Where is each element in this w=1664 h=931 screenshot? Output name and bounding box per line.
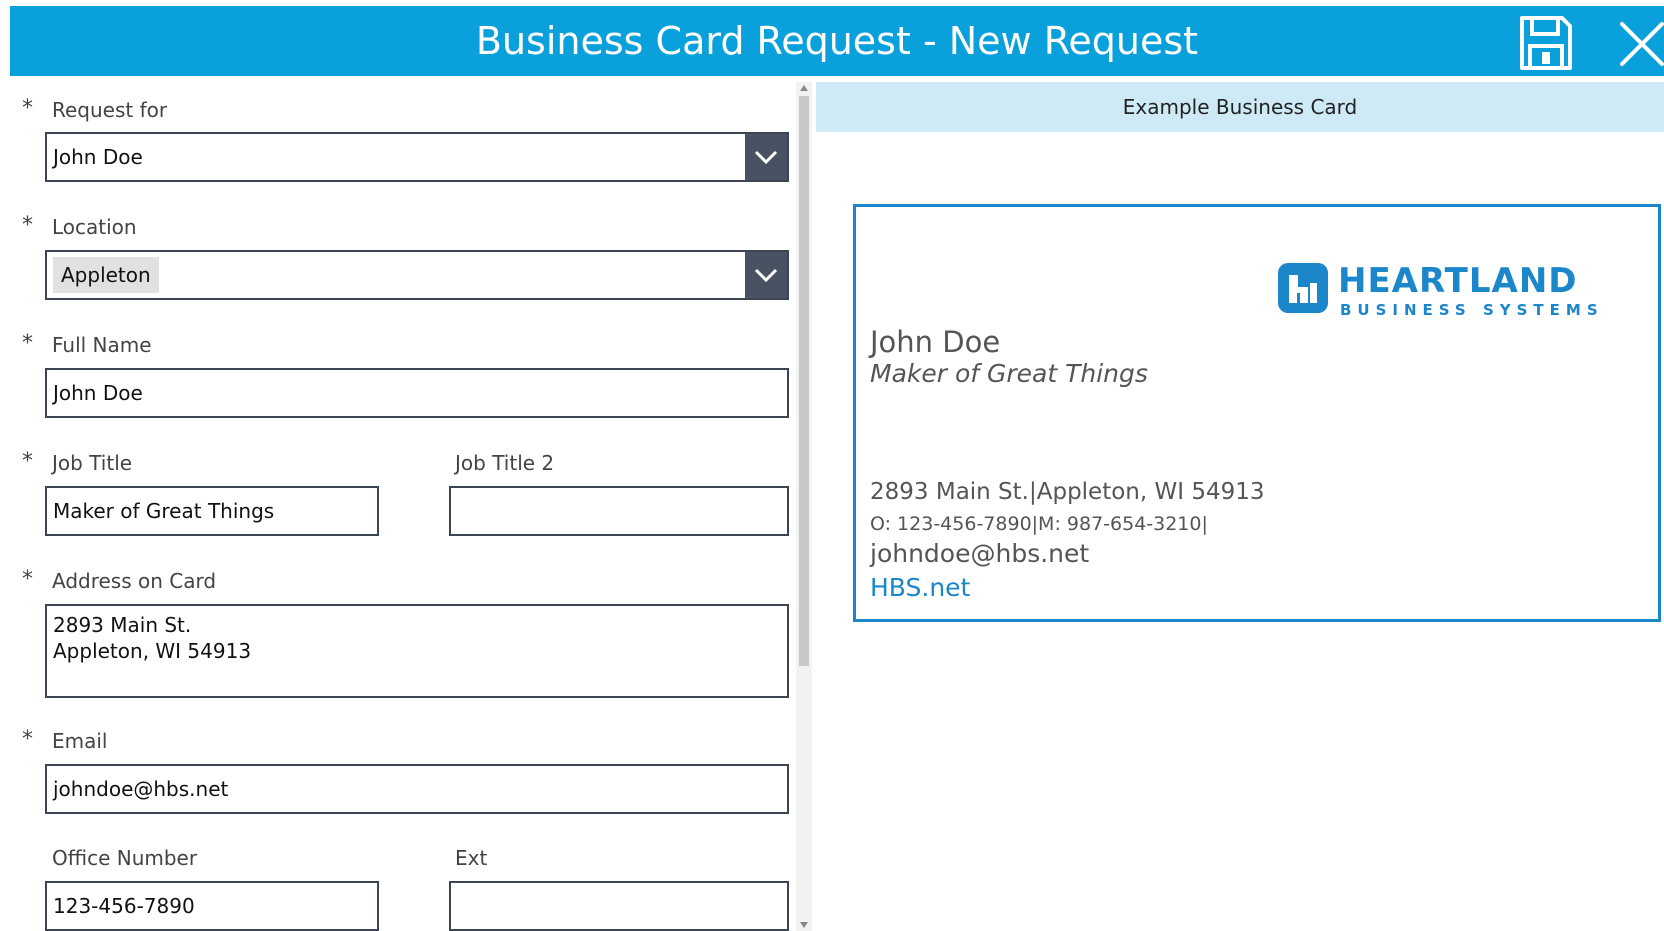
request-for-label: Request for xyxy=(52,98,168,122)
ext-label: Ext xyxy=(455,846,488,870)
location-dropdown-button[interactable] xyxy=(745,252,787,298)
request-for-dropdown[interactable]: John Doe xyxy=(45,132,789,182)
heartland-logo-icon xyxy=(1278,263,1328,313)
close-icon xyxy=(1620,22,1664,66)
location-value-chip: Appleton xyxy=(53,257,159,293)
required-marker: * xyxy=(22,727,33,752)
close-button[interactable] xyxy=(1618,20,1664,68)
full-name-input[interactable]: John Doe xyxy=(45,368,789,418)
request-for-value: John Doe xyxy=(53,145,143,169)
required-marker: * xyxy=(22,331,33,356)
page-title: Business Card Request - New Request xyxy=(475,19,1199,63)
card-phones: O: 123-456-7890|M: 987-654-3210| xyxy=(870,513,1208,535)
email-value: johndoe@hbs.net xyxy=(53,777,229,801)
office-number-value: 123-456-7890 xyxy=(53,894,195,918)
location-dropdown[interactable]: Appleton xyxy=(45,250,789,300)
full-name-label: Full Name xyxy=(52,333,152,357)
form-scrollbar[interactable] xyxy=(796,82,812,931)
job-title-label: Job Title xyxy=(52,451,133,475)
email-label: Email xyxy=(52,729,108,753)
card-address: 2893 Main St.|Appleton, WI 54913 xyxy=(870,479,1265,505)
logo-wordmark: HEARTLAND xyxy=(1338,261,1578,301)
scroll-up-arrow[interactable] xyxy=(800,85,808,91)
job-title-2-label: Job Title 2 xyxy=(455,451,555,475)
full-name-value: John Doe xyxy=(53,381,143,405)
chevron-down-icon xyxy=(754,268,778,283)
card-email: johndoe@hbs.net xyxy=(870,539,1090,568)
job-title-2-input[interactable] xyxy=(449,486,789,536)
business-card-preview: HEARTLAND BUSINESS SYSTEMS John Doe Make… xyxy=(853,204,1661,622)
card-job-title: Maker of Great Things xyxy=(870,359,1148,388)
logo-subtitle: BUSINESS SYSTEMS xyxy=(1340,301,1604,319)
scroll-down-arrow[interactable] xyxy=(800,922,808,928)
required-marker: * xyxy=(22,96,33,121)
office-number-input[interactable]: 123-456-7890 xyxy=(45,881,379,931)
chevron-down-icon xyxy=(754,150,778,165)
preview-header: Example Business Card xyxy=(816,82,1664,132)
address-value: 2893 Main St. Appleton, WI 54913 xyxy=(53,613,252,663)
email-input[interactable]: johndoe@hbs.net xyxy=(45,764,789,814)
ext-input[interactable] xyxy=(449,881,789,931)
save-icon xyxy=(1520,16,1572,70)
address-label: Address on Card xyxy=(52,569,217,593)
required-marker: * xyxy=(22,213,33,238)
save-button[interactable] xyxy=(1518,14,1574,72)
job-title-value: Maker of Great Things xyxy=(53,499,275,523)
company-logo: HEARTLAND BUSINESS SYSTEMS xyxy=(1278,261,1638,323)
title-bar: Business Card Request - New Request xyxy=(10,6,1664,76)
card-name: John Doe xyxy=(870,325,1001,359)
required-marker: * xyxy=(22,449,33,474)
card-website: HBS.net xyxy=(870,573,971,602)
request-form: * Request for John Doe * Location Applet… xyxy=(10,82,790,931)
address-textarea[interactable]: 2893 Main St. Appleton, WI 54913 xyxy=(45,604,789,698)
scroll-thumb[interactable] xyxy=(799,96,809,666)
location-label: Location xyxy=(52,215,137,239)
job-title-input[interactable]: Maker of Great Things xyxy=(45,486,379,536)
request-for-dropdown-button[interactable] xyxy=(745,134,787,180)
required-marker: * xyxy=(22,567,33,592)
office-number-label: Office Number xyxy=(52,846,198,870)
